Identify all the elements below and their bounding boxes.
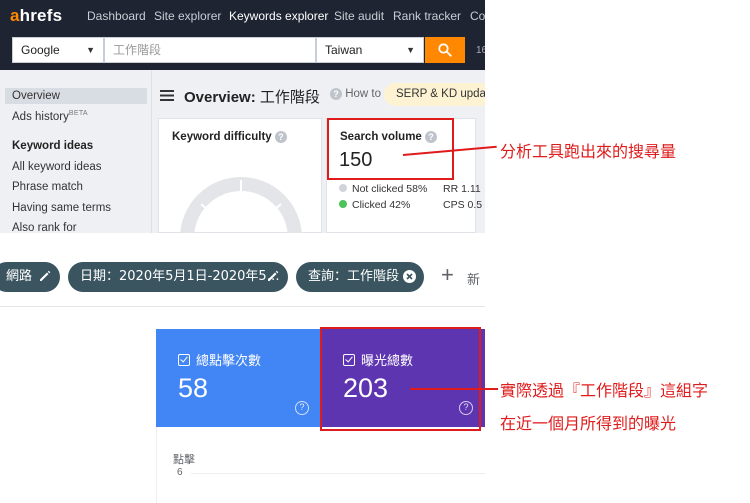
sidebar-item-having-same-terms[interactable]: Having same terms: [12, 202, 111, 214]
beta-badge: BETA: [68, 110, 88, 117]
sidebar-item-all-keyword-ideas[interactable]: All keyword ideas: [12, 161, 101, 173]
search-button[interactable]: [425, 37, 465, 63]
caret-down-icon: ▼: [86, 45, 95, 55]
chart-gridline: [191, 473, 485, 474]
performance-chart: 點擊 6: [156, 427, 485, 503]
green-dot-icon: [339, 200, 347, 208]
caret-down-icon: ▼: [406, 45, 415, 55]
kd-card-title: Keyword difficulty ?: [172, 131, 287, 143]
keyword-difficulty-card: Keyword difficulty ?: [158, 118, 322, 233]
nav-content[interactable]: Co: [470, 9, 485, 23]
nav-site-audit[interactable]: Site audit: [334, 9, 384, 23]
sidebar-heading-keyword-ideas: Keyword ideas: [12, 140, 94, 152]
filter-chip-bar: 網路 日期：2020年5月1日-2020年5… 查詢：工作階段 + 新: [0, 245, 485, 307]
help-icon: ?: [330, 88, 342, 100]
impressions-annotation-line2: 在近一個月所得到的曝光: [500, 414, 677, 433]
search-volume-highlight: [327, 118, 454, 180]
search-engine-select[interactable]: Google ▼: [12, 37, 104, 63]
rr-stat: RR 1.11: [443, 183, 481, 195]
total-clicks-label: 總點擊次數: [178, 350, 261, 369]
chart-y-tick: 6: [177, 467, 183, 478]
impressions-highlight: [320, 327, 481, 431]
grey-dot-icon: [339, 184, 347, 192]
help-icon[interactable]: ?: [274, 131, 287, 143]
not-clicked-stat: Not clicked 58%: [339, 183, 427, 195]
ahrefs-search-bar: Google ▼ 工作階段 Taiwan ▼ 16: [0, 32, 485, 70]
page-title: Overview: 工作階段: [184, 89, 320, 106]
how-to-link[interactable]: ? How to: [330, 88, 381, 100]
pencil-icon[interactable]: [266, 269, 280, 283]
ahrefs-sidebar: Overview Ads historyBETA Keyword ideas A…: [0, 70, 152, 233]
nav-dashboard[interactable]: Dashboard: [87, 9, 146, 23]
impressions-pointer: [410, 388, 498, 390]
sidebar-item-also-rank-for[interactable]: Also rank for: [12, 222, 77, 233]
nav-site-explorer[interactable]: Site explorer: [154, 9, 221, 23]
ahrefs-keywords-explorer: ahrefs Dashboard Site explorer Keywords …: [0, 0, 485, 233]
plus-icon[interactable]: +: [441, 263, 454, 287]
pencil-icon[interactable]: [38, 269, 52, 283]
sidebar-item-phrase-match[interactable]: Phrase match: [12, 181, 83, 193]
sidebar-item-overview[interactable]: Overview: [5, 88, 147, 104]
truncated-indicator: 16: [476, 45, 485, 56]
kd-gauge: [180, 177, 302, 233]
screenshot-composite: ahrefs Dashboard Site explorer Keywords …: [0, 0, 750, 503]
serp-kd-update-badge[interactable]: SERP & KD update: [384, 83, 485, 106]
filter-chip-search-type[interactable]: 網路: [0, 262, 60, 292]
search-volume-annotation: 分析工具跑出來的搜尋量: [500, 142, 677, 161]
close-circle-icon[interactable]: [402, 269, 417, 284]
clicked-stat: Clicked 42%: [339, 199, 410, 211]
nav-keywords-explorer[interactable]: Keywords explorer: [229, 9, 328, 23]
nav-rank-tracker[interactable]: Rank tracker: [393, 9, 461, 23]
ahrefs-top-nav: ahrefs Dashboard Site explorer Keywords …: [0, 0, 485, 32]
cps-stat: CPS 0.5: [443, 199, 483, 211]
help-icon[interactable]: ?: [295, 401, 309, 415]
sidebar-item-ads-history[interactable]: Ads historyBETA: [12, 110, 88, 123]
search-icon: [438, 43, 452, 57]
total-clicks-card[interactable]: 總點擊次數 58 ?: [156, 329, 321, 427]
keyword-input[interactable]: 工作階段: [104, 37, 316, 63]
chart-y-axis-label: 點擊: [173, 453, 195, 466]
ahrefs-logo[interactable]: ahrefs: [10, 6, 62, 26]
hamburger-icon[interactable]: [160, 90, 174, 101]
filter-chip-query[interactable]: 查詢：工作階段: [296, 262, 424, 292]
impressions-annotation-line1: 實際透過『工作階段』這組字: [500, 381, 709, 400]
filter-chip-date[interactable]: 日期：2020年5月1日-2020年5…: [68, 262, 288, 292]
country-select[interactable]: Taiwan ▼: [316, 37, 424, 63]
add-filter-label[interactable]: 新: [467, 269, 480, 288]
total-clicks-value: 58: [178, 373, 209, 403]
checkbox-icon[interactable]: [178, 354, 190, 366]
